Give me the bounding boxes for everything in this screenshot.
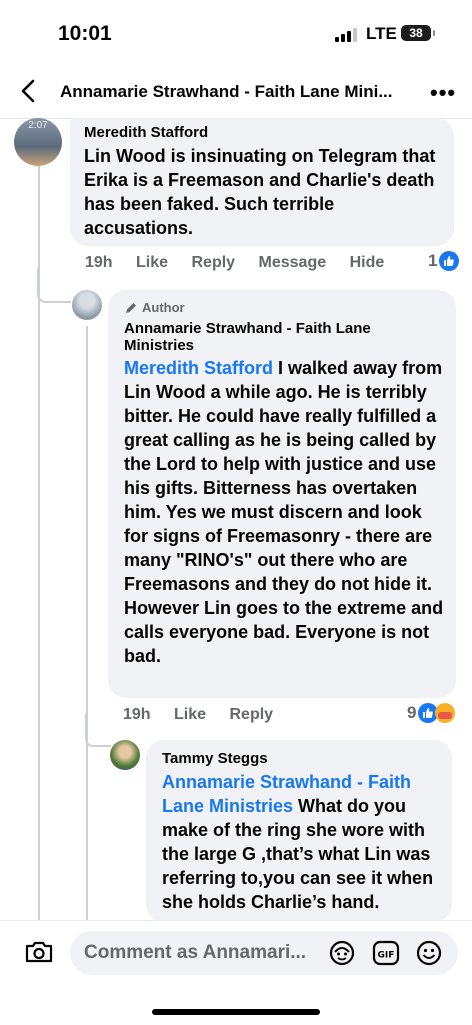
- comment-placeholder: Comment as Annamari...: [84, 942, 307, 963]
- svg-text:GIF: GIF: [378, 951, 395, 961]
- avatar-sticker-button[interactable]: [328, 939, 356, 972]
- avatar-time-text: 2:07: [28, 120, 48, 131]
- gif-icon: GIF: [372, 940, 400, 966]
- back-button[interactable]: [16, 78, 42, 104]
- page-title: Annamarie Strawhand - Faith Lane Mini...: [60, 82, 393, 101]
- reaction-summary[interactable]: 1: [428, 251, 460, 271]
- battery-icon: 38: [401, 25, 435, 41]
- message-button[interactable]: Message: [259, 254, 327, 271]
- thread-line: [86, 326, 88, 920]
- reaction-count: 1: [428, 251, 438, 270]
- care-reaction-icon: [435, 703, 456, 723]
- reply-button[interactable]: Reply: [192, 254, 236, 271]
- reply-button[interactable]: Reply: [230, 706, 274, 723]
- status-bar: 10:01 LTE 38: [0, 0, 472, 66]
- like-reaction-icon: [439, 251, 460, 271]
- pencil-icon: [126, 302, 136, 313]
- emoji-icon: [416, 940, 442, 966]
- home-indicator: [152, 1009, 320, 1015]
- comment-text: Meredith Stafford I walked away from Lin…: [124, 358, 444, 666]
- like-button[interactable]: Like: [136, 254, 168, 271]
- avatar[interactable]: [110, 740, 140, 770]
- camera-icon: [25, 941, 53, 963]
- comment-author[interactable]: Meredith Stafford: [84, 124, 208, 141]
- signal-icon: [335, 28, 357, 42]
- mention-link[interactable]: Meredith Stafford: [124, 358, 273, 378]
- hide-button[interactable]: Hide: [350, 254, 385, 271]
- author-badge: Author: [124, 300, 185, 315]
- comment-bubble: Author Annamarie Strawhand - Faith Lane …: [108, 290, 456, 698]
- reaction-summary[interactable]: 9: [407, 703, 456, 723]
- chevron-left-icon: [21, 79, 35, 103]
- like-button[interactable]: Like: [174, 706, 206, 723]
- comment-author[interactable]: Annamarie Strawhand - Faith Lane Ministr…: [124, 320, 444, 354]
- comment-input[interactable]: Comment as Annamari... GIF: [70, 931, 458, 975]
- comment-bubble: Tammy Steggs Annamarie Strawhand - Faith…: [146, 740, 452, 920]
- page-header: Annamarie Strawhand - Faith Lane Mini...…: [0, 66, 472, 119]
- comment-bubble: Meredith Stafford Lin Wood is insinuatin…: [70, 118, 454, 246]
- status-time: 10:01: [58, 22, 112, 45]
- comment-actions: 19h Like Reply: [123, 706, 292, 724]
- avatar-sticker-icon: [329, 940, 355, 966]
- comment-text: Lin Wood is insinuating on Telegram that…: [84, 146, 436, 238]
- thread-connector: [37, 268, 71, 303]
- comment-text: Annamarie Strawhand - Faith Lane Ministr…: [162, 772, 434, 912]
- comment-time: 19h: [123, 706, 151, 723]
- comment-composer: Comment as Annamari... GIF: [0, 920, 472, 1025]
- network-label: LTE: [366, 24, 397, 43]
- comment-actions: 19h Like Reply Message Hide: [85, 254, 403, 272]
- comment-time: 19h: [85, 254, 113, 271]
- more-options-button[interactable]: •••: [430, 80, 456, 106]
- gif-button[interactable]: GIF: [372, 940, 400, 971]
- emoji-button[interactable]: [415, 939, 443, 972]
- camera-button[interactable]: [24, 939, 54, 970]
- comment-thread: 2:07 Meredith Stafford Lin Wood is insin…: [0, 118, 472, 920]
- avatar[interactable]: 2:07: [14, 118, 62, 166]
- avatar[interactable]: [72, 290, 102, 320]
- comment-author[interactable]: Tammy Steggs: [162, 750, 268, 767]
- reaction-count: 9: [407, 703, 417, 722]
